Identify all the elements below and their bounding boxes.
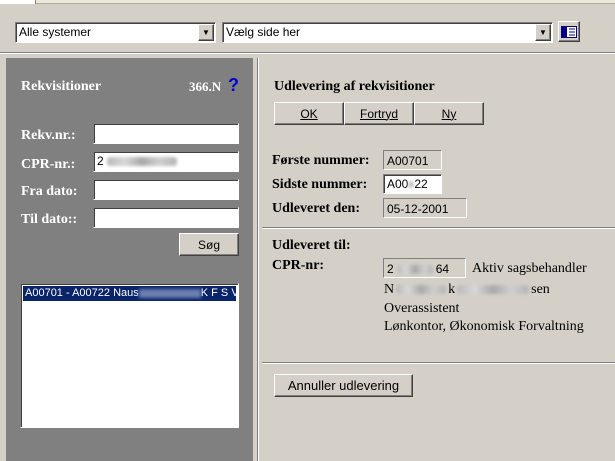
person-name: Nk sen bbox=[384, 282, 550, 297]
chevron-down-icon[interactable]: ▼ bbox=[535, 24, 551, 41]
sidste-nummer-input[interactable]: A00 22 bbox=[383, 174, 442, 194]
list-item[interactable]: A00701 - A00722 NausK F S Vans bbox=[23, 286, 236, 301]
job-title: Overassistent bbox=[384, 301, 460, 316]
list-view-icon bbox=[561, 25, 577, 38]
udleveret-den-field: 05-12-2001 bbox=[383, 198, 467, 218]
role-text: Aktiv sagsbehandler bbox=[472, 261, 587, 276]
help-icon[interactable]: ? bbox=[228, 75, 239, 96]
results-list[interactable]: A00701 - A00722 NausK F S Vans bbox=[20, 283, 239, 428]
module-code: 366.N bbox=[189, 79, 222, 94]
rekv-nr-input[interactable] bbox=[93, 123, 239, 144]
redacted-text bbox=[138, 288, 201, 298]
redacted-text bbox=[106, 157, 177, 167]
page-select[interactable]: Vælg side her ▼ bbox=[222, 22, 553, 43]
annuller-udlevering-button[interactable]: Annuller udlevering bbox=[274, 374, 413, 397]
search-button[interactable]: Søg bbox=[179, 233, 239, 256]
fra-dato-input[interactable] bbox=[93, 179, 239, 200]
redacted-text bbox=[396, 285, 447, 295]
chevron-down-icon[interactable]: ▼ bbox=[198, 24, 214, 41]
redacted-text bbox=[396, 265, 433, 275]
cpr-nr-label-right: CPR-nr: bbox=[272, 258, 325, 273]
panel-separator bbox=[257, 58, 259, 461]
page-select-value: Vælg side her bbox=[226, 25, 301, 39]
window-top-edge bbox=[0, 0, 615, 4]
rekv-nr-label: Rekv.nr.: bbox=[21, 128, 76, 143]
cpr-nr-value: 2 bbox=[97, 154, 104, 168]
view-toggle-button[interactable] bbox=[558, 21, 580, 42]
forste-nummer-field: A00701 bbox=[383, 150, 442, 170]
fra-dato-label: Fra dato: bbox=[21, 184, 78, 199]
section-title: Udlevering af rekvisitioner bbox=[274, 79, 435, 94]
cpr-nr-input[interactable]: 2 bbox=[93, 151, 239, 172]
ny-button[interactable]: Ny bbox=[414, 102, 484, 125]
forste-nummer-label: Første nummer: bbox=[272, 153, 370, 168]
department: Lønkontor, Økonomisk Forvaltning bbox=[384, 319, 584, 334]
sidste-nummer-label: Sidste nummer: bbox=[272, 177, 368, 192]
cpr-nr-label: CPR-nr.: bbox=[21, 157, 76, 172]
tab-fragment bbox=[0, 0, 36, 4]
til-dato-input[interactable] bbox=[93, 207, 239, 228]
cpr-nr-field-right: 2 64 bbox=[383, 258, 466, 278]
left-panel-title: Rekvisitioner bbox=[21, 79, 102, 94]
system-select[interactable]: Alle systemer ▼ bbox=[15, 22, 216, 43]
ok-button[interactable]: OK bbox=[274, 102, 344, 125]
udleveret-til-label: Udleveret til: bbox=[272, 238, 351, 253]
system-select-value: Alle systemer bbox=[19, 25, 92, 39]
til-dato-label: Til dato:: bbox=[21, 212, 78, 227]
fortryd-button[interactable]: Fortryd bbox=[344, 102, 414, 125]
redacted-text bbox=[457, 285, 530, 295]
top-divider bbox=[0, 52, 615, 54]
section-divider-2 bbox=[262, 362, 615, 364]
udleveret-den-label: Udleveret den: bbox=[272, 201, 360, 216]
section-divider bbox=[262, 227, 615, 229]
